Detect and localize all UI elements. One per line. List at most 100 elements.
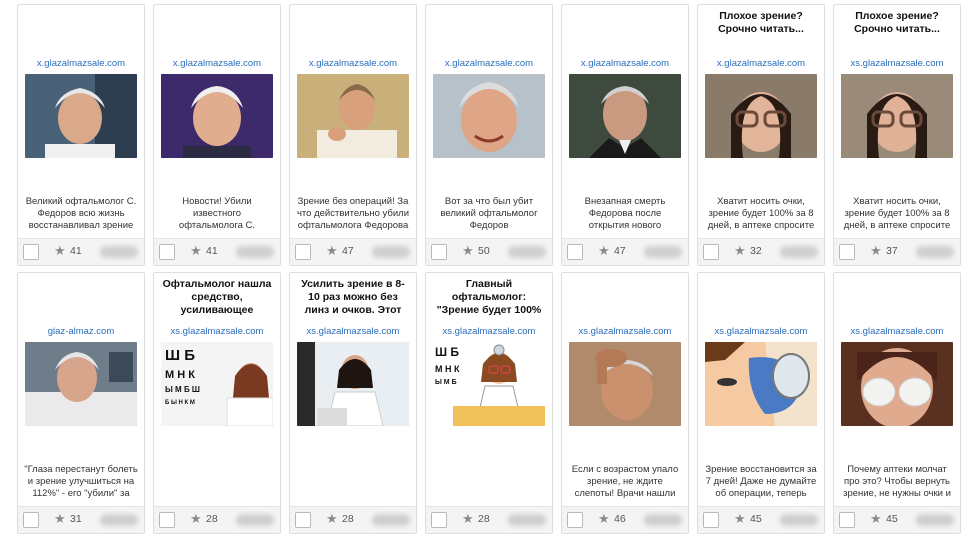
rating-value: 45 xyxy=(750,513,762,525)
select-checkbox[interactable] xyxy=(567,512,583,528)
select-checkbox[interactable] xyxy=(703,244,719,260)
card-domain[interactable]: xs.glazalmazsale.com xyxy=(698,326,824,337)
star-icon: ★ xyxy=(734,511,746,526)
card-footer: ★ 45 xyxy=(698,506,824,533)
card-domain[interactable]: xs.glazalmazsale.com xyxy=(834,58,960,69)
card-domain[interactable]: glaz-almaz.com xyxy=(18,326,144,337)
teaser-card[interactable]: x.glazalmazsale.com Внезапная смерть Фед… xyxy=(561,4,689,266)
card-domain[interactable]: xs.glazalmazsale.com xyxy=(426,326,552,337)
blurred-value xyxy=(916,246,954,258)
select-checkbox[interactable] xyxy=(567,244,583,260)
card-description: Вот за что был убит великий офтальмолог … xyxy=(440,196,538,230)
card-domain[interactable]: x.glazalmazsale.com xyxy=(290,58,416,69)
card-domain[interactable]: xs.glazalmazsale.com xyxy=(290,326,416,337)
select-checkbox[interactable] xyxy=(159,512,175,528)
card-description: Великий офтальмолог С. Федоров всю жизнь… xyxy=(25,196,137,230)
card-description: Если с возрастом упало зрение, не ждите … xyxy=(571,464,679,498)
svg-text:Ы М Б: Ы М Б xyxy=(435,379,457,386)
rating-value: 50 xyxy=(478,245,490,257)
card-description: "Глаза перестанут болеть и зрение улучши… xyxy=(24,464,138,498)
card-description xyxy=(296,464,410,498)
card-thumbnail[interactable] xyxy=(433,74,545,158)
blurred-value xyxy=(644,246,682,258)
teaser-card[interactable]: glaz-almaz.com "Глаза перестанут болеть … xyxy=(17,272,145,534)
teaser-card[interactable]: Плохое зрение? Срочно читать... xs.glaza… xyxy=(833,4,961,266)
select-checkbox[interactable] xyxy=(703,512,719,528)
teaser-card[interactable]: Главный офтальмолог: "Зрение будет 100% … xyxy=(425,272,553,534)
card-thumbnail[interactable]: Ш Б М Н К Ы М Б xyxy=(433,342,545,426)
card-thumbnail[interactable] xyxy=(705,342,817,426)
card-domain[interactable]: x.glazalmazsale.com xyxy=(698,58,824,69)
card-description: Зрение восстановится за 7 дней! Даже не … xyxy=(705,464,817,498)
rating-value: 28 xyxy=(342,513,354,525)
select-checkbox[interactable] xyxy=(431,512,447,528)
card-footer: ★ 41 xyxy=(154,238,280,265)
card-thumbnail[interactable] xyxy=(841,342,953,426)
card-description: Почему аптеки молчат про это? Чтобы верн… xyxy=(843,464,951,498)
teaser-card[interactable]: Усилить зрение в 8-10 раз можно без линз… xyxy=(289,272,417,534)
svg-text:М Н К: М Н К xyxy=(435,364,460,374)
card-footer: ★ 28 xyxy=(426,506,552,533)
card-title xyxy=(840,278,954,316)
star-icon: ★ xyxy=(190,511,202,526)
blurred-value xyxy=(780,514,818,526)
teaser-card[interactable]: x.glazalmazsale.com Вот за что был убит … xyxy=(425,4,553,266)
select-checkbox[interactable] xyxy=(295,244,311,260)
teaser-card[interactable]: xs.glazalmazsale.com Зрение восстановитс… xyxy=(697,272,825,534)
card-thumbnail[interactable] xyxy=(161,74,273,158)
card-footer: ★ 31 xyxy=(18,506,144,533)
card-thumbnail[interactable] xyxy=(705,74,817,158)
blurred-value xyxy=(236,514,274,526)
select-checkbox[interactable] xyxy=(431,244,447,260)
teaser-card[interactable]: xs.glazalmazsale.com Почему аптеки молча… xyxy=(833,272,961,534)
teaser-card[interactable]: x.glazalmazsale.com Зрение без операций!… xyxy=(289,4,417,266)
card-thumbnail[interactable] xyxy=(569,74,681,158)
card-title xyxy=(568,278,682,316)
card-description xyxy=(160,464,274,498)
star-icon: ★ xyxy=(462,511,474,526)
card-domain[interactable]: xs.glazalmazsale.com xyxy=(562,326,688,337)
star-icon: ★ xyxy=(734,243,746,258)
card-domain[interactable]: x.glazalmazsale.com xyxy=(18,58,144,69)
rating-value: 46 xyxy=(614,513,626,525)
card-title xyxy=(24,10,138,48)
card-title xyxy=(160,10,274,48)
card-domain[interactable]: x.glazalmazsale.com xyxy=(154,58,280,69)
card-thumbnail[interactable] xyxy=(297,74,409,158)
card-thumbnail[interactable] xyxy=(569,342,681,426)
select-checkbox[interactable] xyxy=(295,512,311,528)
teaser-card[interactable]: x.glazalmazsale.com Великий офтальмолог … xyxy=(17,4,145,266)
select-checkbox[interactable] xyxy=(839,512,855,528)
svg-text:М Н К: М Н К xyxy=(165,369,195,381)
teaser-card[interactable]: x.glazalmazsale.com Новости! Убили извес… xyxy=(153,4,281,266)
card-domain[interactable]: x.glazalmazsale.com xyxy=(562,58,688,69)
card-thumbnail[interactable] xyxy=(25,342,137,426)
select-checkbox[interactable] xyxy=(159,244,175,260)
svg-text:Б Ы Н К М: Б Ы Н К М xyxy=(165,400,195,406)
rating-value: 45 xyxy=(886,513,898,525)
star-icon: ★ xyxy=(326,243,338,258)
select-checkbox[interactable] xyxy=(23,512,39,528)
card-footer: ★ 32 xyxy=(698,238,824,265)
card-description: Хватит носить очки, зрение будет 100% за… xyxy=(707,196,815,230)
card-title: Плохое зрение? Срочно читать... xyxy=(718,10,804,35)
teaser-card[interactable]: xs.glazalmazsale.com Если с возрастом уп… xyxy=(561,272,689,534)
card-title: Офтальмолог нашла средство, усиливающее … xyxy=(162,278,272,316)
svg-text:Ш Б: Ш Б xyxy=(165,347,195,364)
select-checkbox[interactable] xyxy=(839,244,855,260)
card-domain[interactable]: xs.glazalmazsale.com xyxy=(834,326,960,337)
blurred-value xyxy=(780,246,818,258)
teaser-card[interactable]: Плохое зрение? Срочно читать... x.glazal… xyxy=(697,4,825,266)
card-title: Плохое зрение? Срочно читать... xyxy=(854,10,940,35)
rating-value: 28 xyxy=(206,513,218,525)
card-thumbnail[interactable] xyxy=(841,74,953,158)
card-domain[interactable]: xs.glazalmazsale.com xyxy=(154,326,280,337)
card-domain[interactable]: x.glazalmazsale.com xyxy=(426,58,552,69)
card-title xyxy=(296,10,410,48)
card-thumbnail[interactable] xyxy=(25,74,137,158)
select-checkbox[interactable] xyxy=(23,244,39,260)
teaser-card[interactable]: Офтальмолог нашла средство, усиливающее … xyxy=(153,272,281,534)
star-icon: ★ xyxy=(190,243,202,258)
card-thumbnail[interactable]: Ш Б М Н К Ы М Б Ш Б Ы Н К М xyxy=(161,342,273,426)
card-thumbnail[interactable] xyxy=(297,342,409,426)
